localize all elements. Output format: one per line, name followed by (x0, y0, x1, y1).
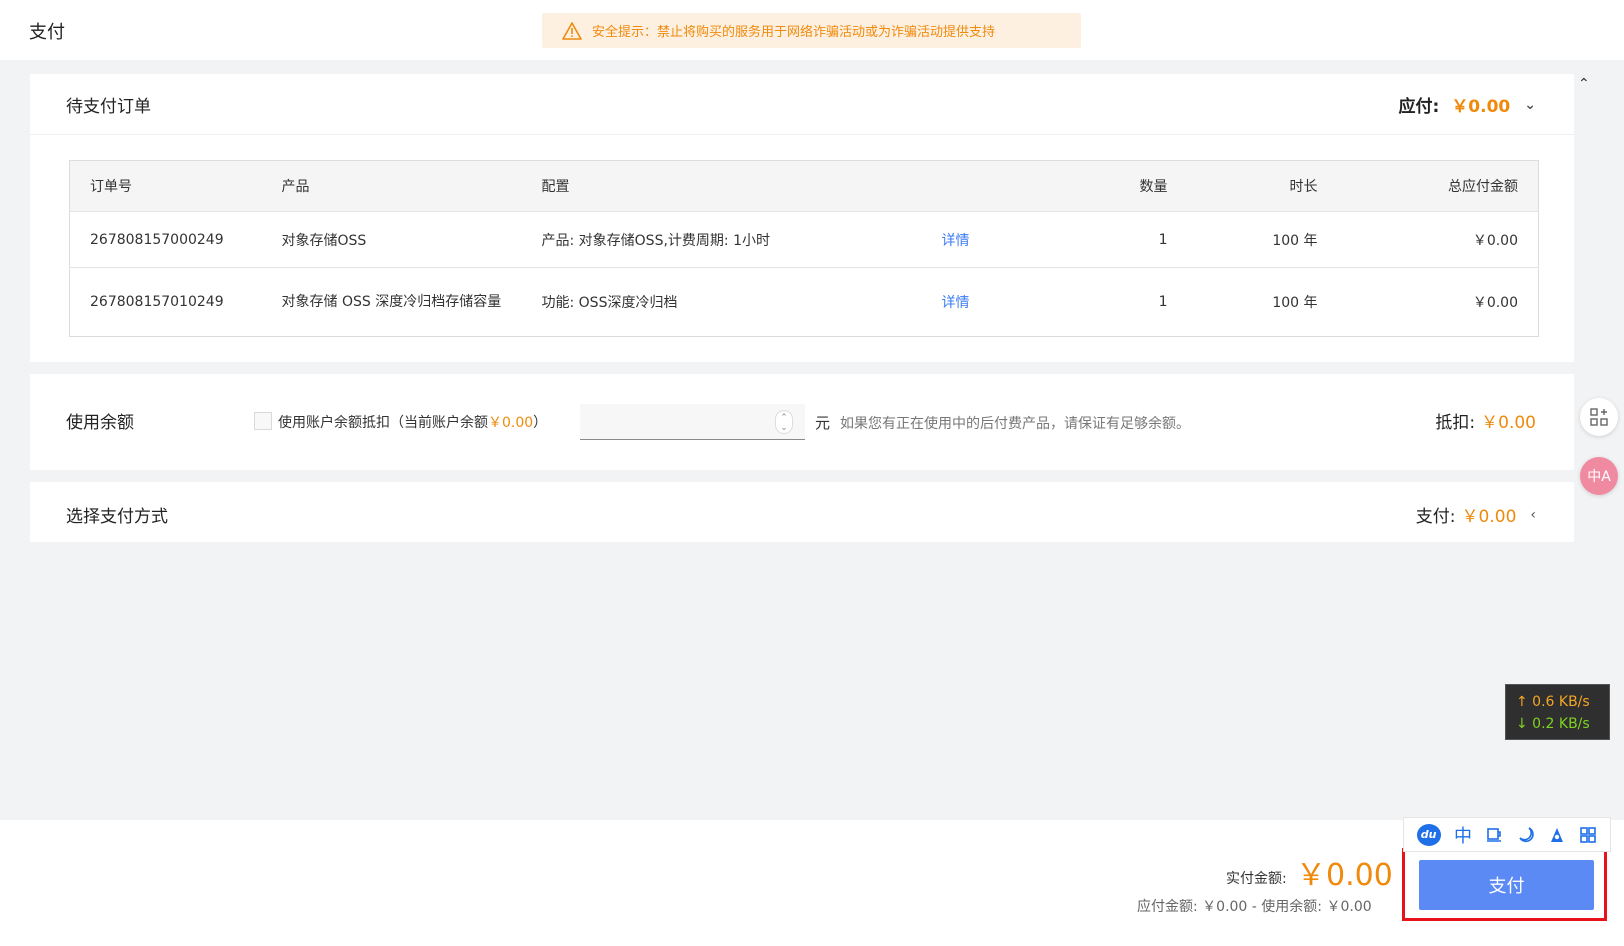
baidu-ime-logo-icon[interactable]: du (1416, 823, 1441, 846)
total: ￥0.00 (1472, 295, 1518, 311)
divider (30, 134, 1574, 135)
order-no: 267808157010249 (90, 294, 224, 310)
page-header: 支付 安全提示：禁止将购买的服务用于网络诈骗活动或为诈骗活动提供支持 (0, 0, 1624, 60)
current-balance: ￥0.00 (488, 415, 534, 431)
page-title: 支付 (29, 22, 65, 43)
col-config: 配置 (521, 160, 922, 212)
detail-link[interactable]: 详情 (942, 233, 970, 249)
payment-method-card[interactable]: 选择支付方式 支付: ￥0.00 ‹ (30, 482, 1574, 542)
duration: 100 年 (1187, 211, 1338, 268)
stepper-icon[interactable]: ⌃ ⌄ (775, 410, 793, 434)
amount-breakdown: 应付金额: ￥0.00 - 使用余额: ￥0.00 (1137, 899, 1372, 915)
col-order-no: 订单号 (69, 160, 262, 212)
payment-method-title: 选择支付方式 (66, 507, 168, 527)
ime-toolbar: du 中 (1403, 817, 1611, 852)
pending-orders-card: 待支付订单 应付: ￥0.00 ⌄ 订单号 产品 配置 数量 时长 总应付金额 … (30, 74, 1574, 362)
ime-language-toggle[interactable]: 中 (1454, 822, 1472, 848)
col-quantity: 数量 (1101, 160, 1188, 212)
detail-link[interactable]: 详情 (942, 295, 970, 311)
col-total: 总应付金额 (1337, 160, 1539, 212)
col-duration: 时长 (1187, 160, 1338, 212)
deduct-label: 抵扣: (1435, 413, 1476, 433)
product: 对象存储OSS (261, 211, 522, 268)
product: 对象存储 OSS 深度冷归档存储容量 (281, 294, 502, 310)
duration: 100 年 (1272, 295, 1318, 311)
table-header-row: 订单号 产品 配置 数量 时长 总应付金额 (69, 160, 1539, 212)
download-speed: ↓ 0.2 KB/s (1516, 716, 1590, 732)
pay-label: 支付: (1415, 507, 1456, 527)
pending-orders-title: 待支付订单 (66, 97, 151, 117)
table-row: 267808157000249 对象存储OSS 产品: 对象存储OSS,计费周期… (69, 211, 1539, 268)
quantity: 1 (1158, 294, 1168, 310)
deduct-value: ￥0.00 (1481, 413, 1536, 433)
network-speed-widget: ↑ 0.6 KB/s ↓ 0.2 KB/s (1505, 684, 1610, 740)
payable-value: ￥0.00 (1451, 97, 1511, 117)
payment-footer: 实付金额: ￥0.00 应付金额: ￥0.00 - 使用余额: ￥0.00 支付 (0, 820, 1624, 946)
security-notice-text: 安全提示：禁止将购买的服务用于网络诈骗活动或为诈骗活动提供支持 (592, 25, 996, 40)
keyboard-cup-icon[interactable] (1485, 826, 1503, 844)
balance-label-prefix: 使用账户余额抵扣（当前账户余额 (278, 415, 488, 431)
payable-label: 应付: (1398, 97, 1440, 117)
config: 功能: OSS深度冷归档 (541, 295, 678, 311)
grid-plus-icon (1590, 408, 1608, 426)
balance-label-suffix: ） (533, 415, 548, 431)
unit-label: 元 (815, 414, 831, 432)
actual-amount-label: 实付金额: (1226, 871, 1287, 887)
payable-amount[interactable]: 应付: ￥0.00 ⌄ (1398, 92, 1537, 118)
balance-hint: 如果您有正在使用中的后付费产品，请保证有足够余额。 (840, 416, 1190, 432)
config: 产品: 对象存储OSS,计费周期: 1小时 (521, 211, 922, 268)
translate-icon[interactable]: 中A (1580, 457, 1618, 495)
chevron-left-icon[interactable]: ‹ (1530, 507, 1536, 523)
security-notice: 安全提示：禁止将购买的服务用于网络诈骗活动或为诈骗活动提供支持 (542, 13, 1081, 48)
orders-table: 订单号 产品 配置 数量 时长 总应付金额 267808157000249 对象… (69, 160, 1539, 337)
payment-amount[interactable]: 支付: ￥0.00 ‹ (1415, 502, 1536, 528)
col-product: 产品 (261, 160, 522, 212)
deduct-amount: 抵扣: ￥0.00 (1435, 408, 1536, 433)
use-balance-title: 使用余额 (66, 413, 134, 433)
chevron-down-icon[interactable]: ⌄ (1524, 97, 1536, 113)
upload-speed: ↑ 0.6 KB/s (1516, 694, 1590, 710)
quantity: 1 (1101, 211, 1188, 268)
grid-icon[interactable] (1579, 826, 1597, 844)
moon-icon[interactable] (1517, 826, 1535, 844)
skin-icon[interactable] (1548, 826, 1566, 844)
apps-icon[interactable] (1580, 398, 1618, 436)
pay-button[interactable]: 支付 (1419, 860, 1594, 910)
chevron-up-icon[interactable]: ⌃ (1578, 76, 1590, 92)
warning-icon (562, 21, 582, 40)
total: ￥0.00 (1337, 211, 1539, 268)
use-balance-card: 使用余额 使用账户余额抵扣（当前账户余额￥0.00） ⌃ ⌄ 元 如果您有正在使用… (30, 374, 1574, 470)
balance-amount-input[interactable] (580, 404, 805, 440)
use-balance-checkbox[interactable] (254, 412, 272, 430)
table-row: 267808157010249 对象存储 OSS 深度冷归档存储容量 功能: O… (70, 268, 1539, 337)
col-detail-spacer (921, 160, 1102, 212)
use-balance-label: 使用账户余额抵扣（当前账户余额￥0.00） (278, 412, 547, 432)
order-no: 267808157000249 (69, 211, 262, 268)
actual-amount: ￥0.00 (1296, 858, 1393, 893)
pay-value: ￥0.00 (1461, 507, 1517, 527)
